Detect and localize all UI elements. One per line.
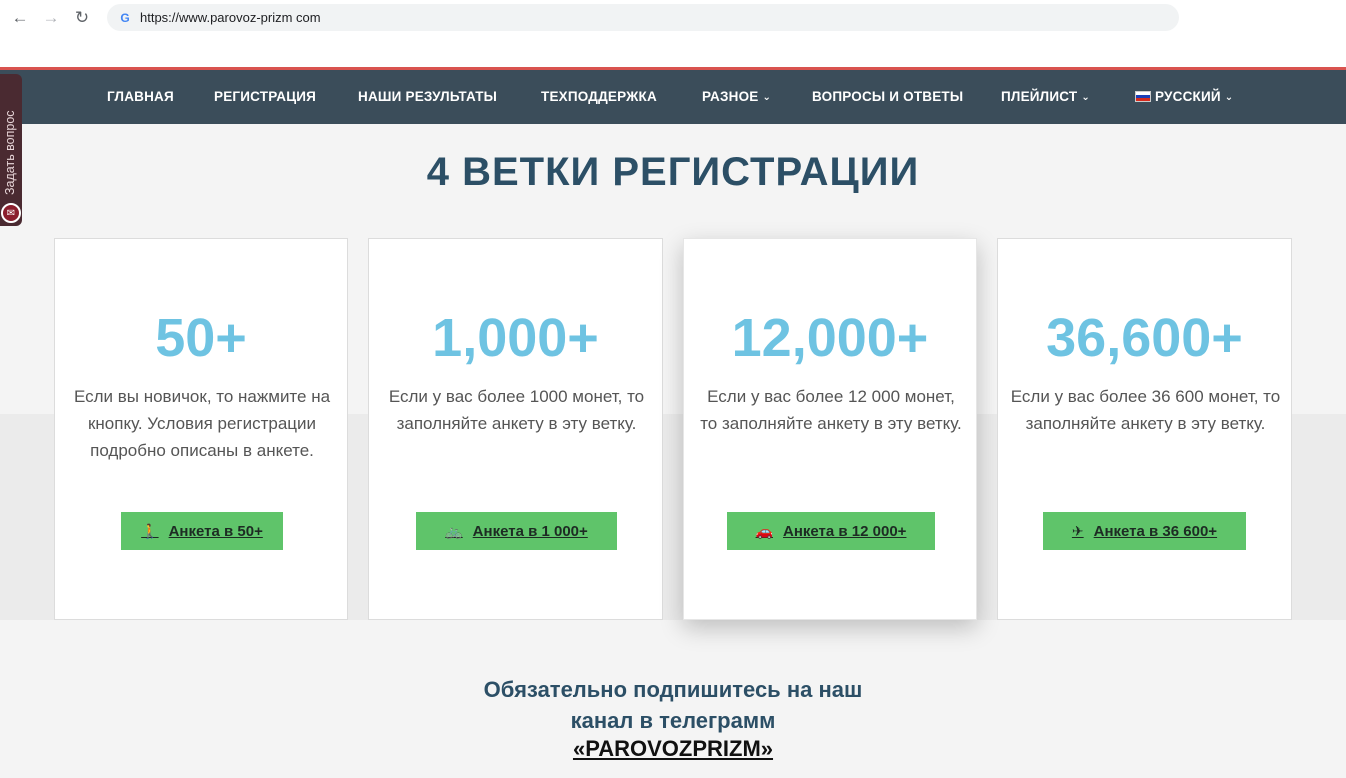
nav-item-playlist[interactable]: ПЛЕЙЛИСТ ⌄ bbox=[1001, 70, 1090, 124]
card-button-label: Анкета в 36 600+ bbox=[1093, 522, 1218, 540]
nav-item-home[interactable]: ГЛАВНАЯ bbox=[107, 70, 174, 124]
nav-item-results[interactable]: НАШИ РЕЗУЛЬТАТЫ bbox=[358, 70, 497, 124]
nav-label: НАШИ РЕЗУЛЬТАТЫ bbox=[358, 89, 498, 104]
card-number: 36,600+ bbox=[1046, 308, 1243, 368]
nav-label: ТЕХПОДДЕРЖКА bbox=[541, 89, 657, 104]
bicycle-icon: 🚲 bbox=[445, 522, 463, 539]
mail-icon[interactable]: ✉ bbox=[1, 203, 21, 223]
subscribe-line-2: канал в телеграмм bbox=[570, 708, 776, 733]
chevron-down-icon: ⌄ bbox=[1224, 92, 1234, 103]
card-description: Если у вас более 12 000 монет, то заполн… bbox=[700, 387, 962, 433]
car-icon: 🚗 bbox=[755, 522, 773, 539]
nav-label: ВОПРОСЫ И ОТВЕТЫ bbox=[812, 89, 964, 104]
url-text: https://www.parovoz-prizm com bbox=[140, 10, 321, 25]
chevron-down-icon: ⌄ bbox=[762, 92, 772, 103]
russia-flag-icon bbox=[1135, 91, 1151, 102]
card-description: Если вы новичок, то нажмите на кнопку. У… bbox=[73, 387, 331, 460]
nav-label: РЕГИСТРАЦИЯ bbox=[214, 89, 317, 104]
page-top-margin bbox=[0, 36, 1346, 67]
card-50: 50+ Если вы новичок, то нажмите на кнопк… bbox=[54, 238, 348, 620]
google-icon: G bbox=[120, 10, 130, 25]
card-button-label: Анкета в 50+ bbox=[168, 522, 263, 540]
nav-item-language[interactable]: РУССКИЙ ⌄ bbox=[1135, 70, 1233, 124]
card-button-50[interactable]: 🚶 Анкета в 50+ bbox=[121, 512, 283, 550]
nav-label: РАЗНОЕ bbox=[702, 89, 759, 104]
address-bar[interactable]: G https://www.parovoz-prizm com bbox=[107, 4, 1179, 31]
nav-label: РУССКИЙ bbox=[1155, 89, 1221, 104]
card-button-36600[interactable]: ✈ Анкета в 36 600+ bbox=[1043, 512, 1246, 550]
nav-item-faq[interactable]: ВОПРОСЫ И ОТВЕТЫ bbox=[812, 70, 963, 124]
card-button-1000[interactable]: 🚲 Анкета в 1 000+ bbox=[416, 512, 617, 550]
card-button-label: Анкета в 1 000+ bbox=[472, 522, 588, 540]
subscribe-line-1: Обязательно подпишитесь на наш bbox=[483, 677, 863, 702]
card-number: 50+ bbox=[155, 308, 247, 368]
page-title: 4 ВЕТКИ РЕГИСТРАЦИИ bbox=[426, 150, 920, 194]
card-button-12000[interactable]: 🚗 Анкета в 12 000+ bbox=[727, 512, 935, 550]
main-nav: ГЛАВНАЯ РЕГИСТРАЦИЯ НАШИ РЕЗУЛЬТАТЫ ТЕХП… bbox=[0, 70, 1346, 124]
walking-icon: 🚶 bbox=[141, 522, 159, 539]
nav-label: ГЛАВНАЯ bbox=[107, 89, 174, 104]
nav-item-registration[interactable]: РЕГИСТРАЦИЯ bbox=[214, 70, 316, 124]
card-12000: 12,000+ Если у вас более 12 000 монет, т… bbox=[683, 238, 977, 620]
card-number: 12,000+ bbox=[731, 308, 929, 368]
card-description: Если у вас более 36 600 монет, то заполн… bbox=[1010, 387, 1281, 433]
subscribe-text: Обязательно подпишитесь на наш канал в т… bbox=[0, 674, 1346, 736]
plane-icon: ✈ bbox=[1071, 522, 1084, 539]
card-number: 1,000+ bbox=[432, 308, 599, 368]
nav-label: ПЛЕЙЛИСТ bbox=[1001, 89, 1078, 104]
card-1000: 1,000+ Если у вас более 1000 монет, то з… bbox=[368, 238, 663, 620]
browser-toolbar: ← → ↻ G https://www.parovoz-prizm com bbox=[0, 0, 1346, 36]
chevron-down-icon: ⌄ bbox=[1081, 92, 1090, 103]
forward-icon[interactable]: → bbox=[40, 7, 62, 29]
nav-item-support[interactable]: ТЕХПОДДЕРЖКА bbox=[541, 70, 657, 124]
nav-item-misc[interactable]: РАЗНОЕ ⌄ bbox=[702, 70, 771, 124]
back-icon[interactable]: ← bbox=[9, 7, 31, 29]
telegram-channel-link[interactable]: «PAROVOZPRIZM» bbox=[0, 736, 1346, 762]
card-36600: 36,600+ Если у вас более 36 600 монет, т… bbox=[997, 238, 1292, 620]
card-button-label: Анкета в 12 000+ bbox=[783, 522, 907, 540]
card-description: Если у вас более 1000 монет, то заполняй… bbox=[388, 387, 645, 433]
reload-icon[interactable]: ↻ bbox=[71, 7, 93, 29]
